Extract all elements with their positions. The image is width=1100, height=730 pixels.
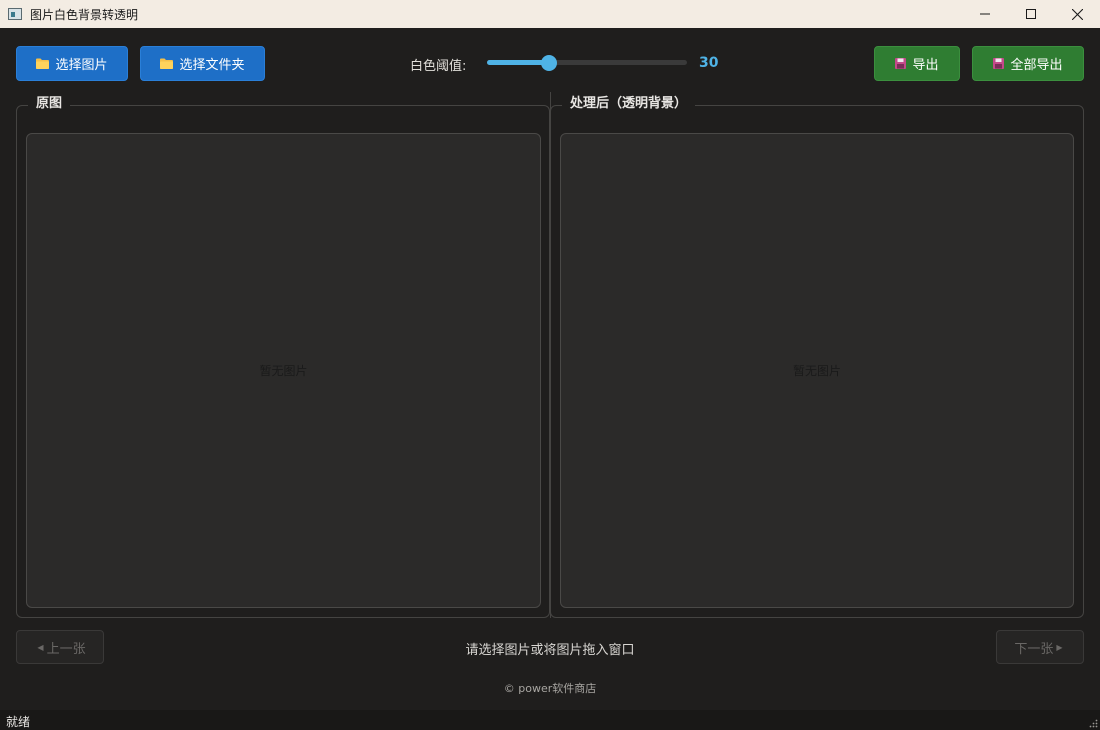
close-button[interactable]	[1054, 0, 1100, 28]
maximize-button[interactable]	[1008, 0, 1054, 28]
title-bar: 图片白色背景转透明	[0, 0, 1100, 28]
slider-fill	[487, 60, 549, 65]
window-title: 图片白色背景转透明	[30, 7, 139, 22]
threshold-label: 白色阈值:	[410, 59, 467, 74]
next-label: 下一张	[1014, 641, 1054, 657]
floppy-disk-icon	[895, 58, 907, 69]
processed-image-area[interactable]: 暂无图片	[560, 133, 1074, 608]
app-icon	[8, 8, 22, 20]
resize-grip-icon[interactable]	[1088, 718, 1098, 728]
panel-splitter[interactable]	[550, 92, 551, 618]
select-folder-button[interactable]: 选择文件夹	[140, 46, 265, 81]
select-image-label: 选择图片	[55, 58, 108, 73]
minimize-button[interactable]	[962, 0, 1008, 28]
status-bar: 就绪	[0, 710, 1100, 730]
processed-placeholder: 暂无图片	[792, 364, 841, 378]
close-icon	[1071, 8, 1083, 20]
export-all-label: 全部导出	[1010, 58, 1063, 73]
export-button[interactable]: 导出	[874, 46, 960, 81]
status-message: 请选择图片或将图片拖入窗口	[465, 643, 635, 658]
threshold-slider[interactable]	[487, 55, 687, 71]
folder-icon	[36, 58, 50, 69]
export-all-button[interactable]: 全部导出	[972, 46, 1084, 81]
floppy-disk-icon	[993, 58, 1005, 69]
slider-handle[interactable]	[541, 55, 557, 71]
maximize-icon	[1026, 9, 1036, 19]
window-controls	[962, 0, 1100, 28]
triangle-right-icon: ▶	[1056, 642, 1063, 652]
threshold-value: 30	[699, 55, 719, 71]
folder-icon	[160, 58, 174, 69]
status-text: 就绪	[6, 715, 31, 729]
minimize-icon	[980, 13, 990, 15]
copyright-text: © power软件商店	[503, 682, 597, 695]
export-label: 导出	[912, 58, 939, 73]
original-placeholder: 暂无图片	[259, 364, 308, 378]
original-panel-title: 原图	[28, 92, 71, 111]
next-button[interactable]: 下一张 ▶	[996, 630, 1084, 664]
processed-panel-title: 处理后（透明背景）	[562, 92, 696, 111]
select-folder-label: 选择文件夹	[179, 58, 245, 73]
original-image-area[interactable]: 暂无图片	[26, 133, 541, 608]
select-image-button[interactable]: 选择图片	[16, 46, 128, 81]
